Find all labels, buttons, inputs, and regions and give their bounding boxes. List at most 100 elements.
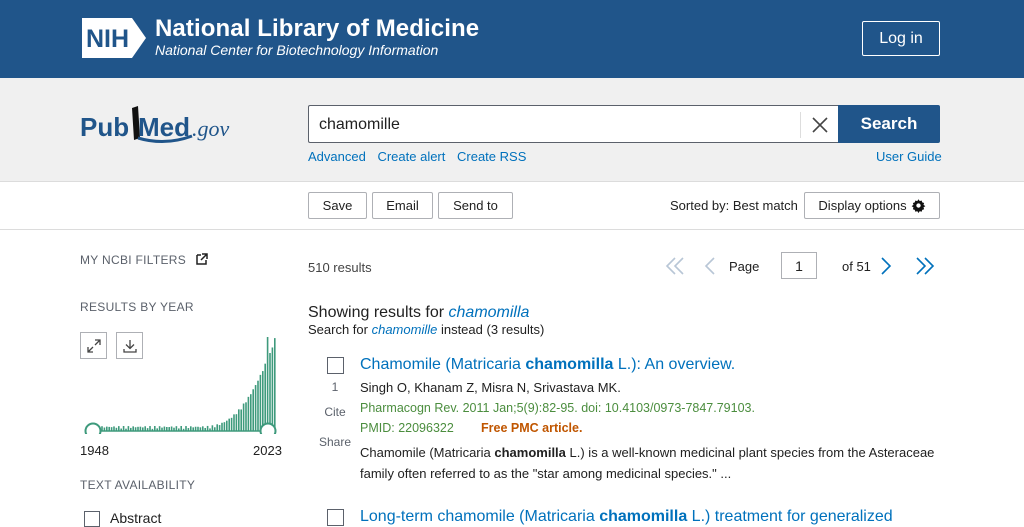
- display-options-button[interactable]: Display options: [804, 192, 940, 219]
- cite-button[interactable]: Cite: [315, 405, 355, 419]
- search-button[interactable]: Search: [838, 105, 940, 143]
- article-citation: Pharmacogn Rev. 2011 Jan;5(9):82-95. doi…: [360, 401, 755, 415]
- instead-prefix: Search for: [308, 322, 372, 337]
- snippet-part: Chamomile (Matricaria: [360, 445, 495, 460]
- create-rss-link[interactable]: Create RSS: [457, 149, 526, 164]
- page-label: Page: [729, 259, 760, 274]
- article-snippet: Chamomile (Matricaria chamomilla L.) is …: [360, 442, 950, 484]
- search-input[interactable]: chamomille: [308, 105, 838, 143]
- histogram-bar: [252, 389, 254, 431]
- login-button[interactable]: Log in: [862, 21, 940, 56]
- results-count: 510 results: [308, 260, 372, 275]
- advanced-link[interactable]: Advanced: [308, 149, 366, 164]
- title-part: Long-term chamomile (Matricaria: [360, 508, 600, 525]
- histogram-bar: [235, 414, 238, 431]
- histogram-bar: [250, 394, 252, 431]
- clear-separator: [800, 112, 801, 138]
- histogram-bar: [269, 353, 271, 431]
- snippet-highlight: chamomilla: [494, 445, 566, 460]
- showing-term-link[interactable]: chamomilla: [449, 304, 530, 321]
- last-page-icon[interactable]: [912, 256, 936, 276]
- title-part: Chamomile (Matricaria: [360, 356, 526, 373]
- histogram-bar: [240, 409, 242, 431]
- year-end-label: 2023: [253, 443, 282, 458]
- pubmed-logo[interactable]: Pub Med .gov: [80, 102, 245, 148]
- year-range-start-handle[interactable]: [84, 422, 102, 435]
- histogram-bar: [254, 385, 257, 431]
- showing-results-for: Showing results for chamomilla: [308, 304, 529, 322]
- year-start-label: 1948: [80, 443, 109, 458]
- send-to-button[interactable]: Send to: [438, 192, 513, 219]
- pubmed-logo-gov: .gov: [192, 116, 230, 141]
- prev-page-icon[interactable]: [702, 256, 718, 276]
- external-link-icon: [195, 253, 208, 265]
- instead-suffix: instead (3 results): [437, 322, 545, 337]
- clear-icon[interactable]: [808, 113, 832, 137]
- article-checkbox[interactable]: [327, 509, 344, 526]
- page-total: of 51: [842, 259, 871, 274]
- my-ncbi-filters-heading[interactable]: MY NCBI FILTERS: [80, 253, 208, 267]
- share-button[interactable]: Share: [315, 435, 355, 449]
- histogram-bar: [216, 424, 218, 431]
- histogram-bar: [257, 380, 259, 431]
- histogram-bar: [242, 403, 245, 431]
- first-page-icon[interactable]: [664, 256, 688, 276]
- nih-subtitle: National Center for Biotechnology Inform…: [155, 42, 439, 58]
- histogram-bar: [271, 347, 274, 431]
- histogram-bar: [264, 363, 266, 431]
- histogram-bar: [247, 396, 250, 431]
- histogram-bar: [245, 402, 247, 431]
- histogram-bar: [221, 422, 223, 431]
- results-toolbar: Save Email Send to Sorted by: Best match…: [0, 182, 1024, 230]
- email-button[interactable]: Email: [372, 192, 433, 219]
- nih-header: NIH National Library of Medicine Nationa…: [0, 0, 1024, 78]
- histogram-bar: [238, 409, 240, 431]
- histogram-bar: [230, 417, 233, 431]
- pagination: Page 1 of 51: [664, 252, 940, 280]
- histogram-bar: [228, 418, 230, 431]
- save-button[interactable]: Save: [308, 192, 367, 219]
- article-title-link[interactable]: Chamomile (Matricaria chamomilla L.): An…: [360, 356, 735, 374]
- search-sublinks: Advanced Create alert Create RSS: [308, 149, 534, 164]
- gear-icon: [911, 199, 925, 213]
- search-instead: Search for chamomille instead (3 results…: [308, 322, 544, 337]
- title-highlight: chamomilla: [599, 508, 688, 525]
- histogram-bar: [259, 374, 262, 431]
- histogram-bar: [233, 414, 235, 431]
- instead-term-link[interactable]: chamomille: [372, 322, 438, 337]
- user-guide-link[interactable]: User Guide: [876, 149, 942, 164]
- histogram-bar: [218, 425, 221, 431]
- year-range-end-handle[interactable]: [259, 422, 277, 435]
- showing-prefix: Showing results for: [308, 304, 449, 321]
- nih-logo-text: NIH: [86, 25, 129, 53]
- pubmed-logo-pub: Pub: [80, 112, 129, 142]
- histogram-bar: [211, 425, 214, 431]
- search-band: Pub Med .gov chamomille Search Advanced …: [0, 78, 1024, 182]
- histogram-bar: [262, 371, 264, 431]
- nih-title[interactable]: National Library of Medicine: [155, 15, 479, 43]
- article-number: 1: [331, 380, 339, 394]
- create-alert-link[interactable]: Create alert: [377, 149, 445, 164]
- article-authors: Singh O, Khanam Z, Misra N, Srivastava M…: [360, 380, 621, 395]
- histogram-bar: [206, 425, 209, 431]
- sorted-by-label[interactable]: Sorted by: Best match: [670, 198, 798, 213]
- article-checkbox[interactable]: [327, 357, 344, 374]
- results-by-year-heading: RESULTS BY YEAR: [80, 300, 194, 314]
- article-pmid: PMID: 22096322: [360, 421, 454, 435]
- histogram-bar: [274, 338, 276, 431]
- results-by-year-histogram[interactable]: [80, 334, 280, 434]
- article-title-link[interactable]: Long-term chamomile (Matricaria chamomil…: [360, 508, 893, 526]
- my-ncbi-filters-label: MY NCBI FILTERS: [80, 253, 187, 267]
- histogram-bar: [266, 337, 269, 431]
- nih-logo[interactable]: NIH: [80, 16, 148, 60]
- next-page-icon[interactable]: [878, 256, 894, 276]
- histogram-bar: [226, 420, 228, 431]
- free-pmc-badge: Free PMC article.: [481, 421, 583, 435]
- title-highlight: chamomilla: [525, 356, 614, 373]
- page-number-input[interactable]: 1: [781, 252, 817, 279]
- title-part: L.) treatment for generalized: [687, 508, 893, 525]
- title-part: L.): An overview.: [613, 356, 736, 373]
- abstract-checkbox[interactable]: [84, 511, 100, 527]
- search-query: chamomille: [319, 116, 400, 133]
- histogram-bar: [223, 422, 226, 431]
